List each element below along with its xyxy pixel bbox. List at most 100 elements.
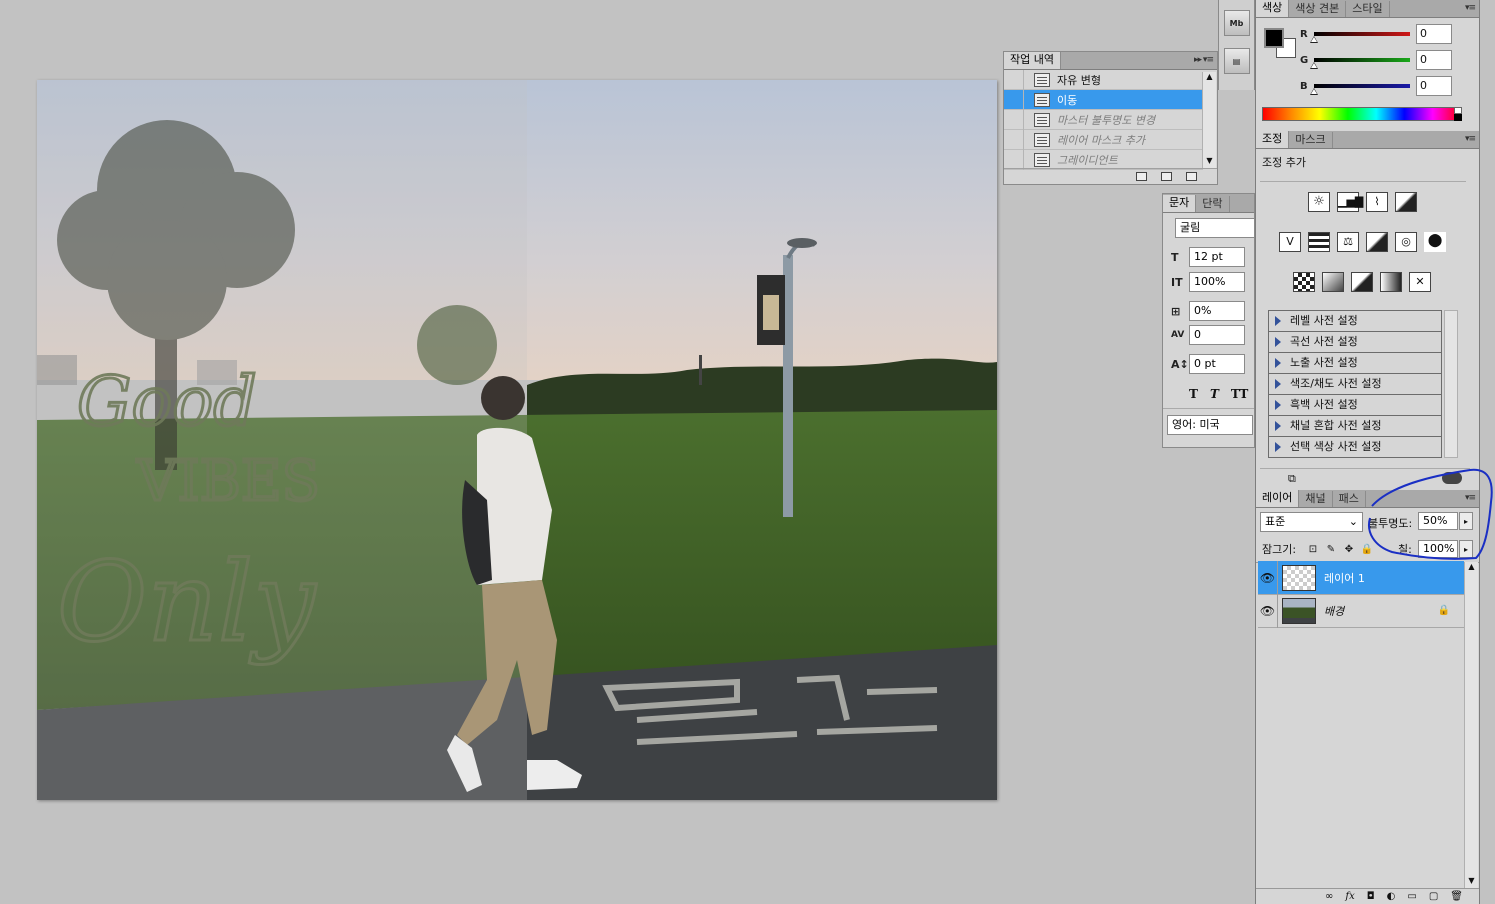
history-scrollbar[interactable]: ▲ ▼: [1202, 72, 1216, 168]
color-balance-icon[interactable]: ⚖: [1337, 232, 1359, 252]
new-layer-icon[interactable]: ▢: [1429, 891, 1438, 902]
expand-triangle-icon[interactable]: [1275, 421, 1281, 431]
slider-thumb-icon[interactable]: [1310, 88, 1318, 95]
blend-mode-select[interactable]: 표준 ⌄: [1260, 512, 1363, 532]
delete-layer-icon[interactable]: 🗑: [1450, 891, 1463, 902]
hue-saturation-icon[interactable]: [1308, 232, 1330, 252]
curves-icon[interactable]: ⌇: [1366, 192, 1388, 212]
slider-thumb-icon[interactable]: [1310, 62, 1318, 69]
history-item[interactable]: 레이어 마스크 추가: [1004, 129, 1203, 150]
vertical-scale-field[interactable]: 100%: [1189, 272, 1245, 292]
lock-image-icon[interactable]: ✎: [1324, 542, 1338, 556]
layers-scrollbar[interactable]: ▲ ▼: [1464, 562, 1478, 888]
tab-channels[interactable]: 채널: [1299, 491, 1333, 507]
adjustment-preset-item[interactable]: 레벨 사전 설정: [1269, 311, 1441, 332]
all-caps-button[interactable]: TT: [1231, 387, 1248, 401]
selective-color-icon[interactable]: ✕: [1409, 272, 1431, 292]
layer-name[interactable]: 레이어 1: [1324, 570, 1365, 586]
channel-value-field[interactable]: 0: [1416, 50, 1452, 70]
tab-masks[interactable]: 마스크: [1289, 132, 1333, 148]
baseline-shift-field[interactable]: 0 pt: [1189, 354, 1245, 374]
clip-to-layer-icon[interactable]: ⧉: [1288, 472, 1296, 486]
adjustment-preset-item[interactable]: 선택 색상 사전 설정: [1269, 437, 1441, 458]
history-brush-source-toggle[interactable]: [1004, 89, 1024, 110]
expand-triangle-icon[interactable]: [1275, 358, 1281, 368]
history-toggle-icon[interactable]: ▤: [1223, 48, 1250, 74]
history-item[interactable]: 자유 변형: [1004, 69, 1203, 90]
channel-value-field[interactable]: 0: [1416, 76, 1452, 96]
font-size-field[interactable]: 12 pt: [1189, 247, 1245, 267]
tsume-field[interactable]: 0%: [1189, 301, 1245, 321]
lock-position-icon[interactable]: ✥: [1342, 542, 1356, 556]
language-field[interactable]: 영어: 미국: [1167, 415, 1253, 435]
layer-row-layer1[interactable]: 👁 레이어 1: [1258, 560, 1464, 595]
layer-row-background[interactable]: 👁 배경 🔒: [1258, 593, 1464, 628]
panel-menu-icon[interactable]: ▾≡: [1465, 3, 1476, 13]
add-mask-icon[interactable]: ◘: [1367, 891, 1375, 902]
adjustment-preset-item[interactable]: 채널 혼합 사전 설정: [1269, 416, 1441, 437]
document-canvas[interactable]: Good VIBES Only: [37, 80, 997, 800]
snapshot-icon[interactable]: [1161, 172, 1172, 181]
tab-styles[interactable]: 스타일: [1346, 1, 1390, 17]
vibrance-icon[interactable]: V: [1279, 232, 1301, 252]
new-document-icon[interactable]: [1136, 172, 1147, 181]
layer-name[interactable]: 배경: [1324, 603, 1438, 619]
channel-slider[interactable]: [1310, 32, 1410, 43]
history-item[interactable]: 마스터 불투명도 변경: [1004, 109, 1203, 130]
scroll-down-icon[interactable]: ▼: [1203, 156, 1216, 168]
adjustment-preset-item[interactable]: 노출 사전 설정: [1269, 353, 1441, 374]
expand-triangle-icon[interactable]: [1275, 379, 1281, 389]
channel-slider[interactable]: [1310, 58, 1410, 69]
gradient-map-icon[interactable]: [1380, 272, 1402, 292]
font-family-field[interactable]: 굴림: [1175, 218, 1255, 238]
channel-value-field[interactable]: 0: [1416, 24, 1452, 44]
tab-history[interactable]: 작업 내역: [1004, 52, 1061, 69]
tab-character[interactable]: 문자: [1163, 195, 1197, 212]
history-brush-source-toggle[interactable]: [1004, 109, 1024, 130]
tab-swatches[interactable]: 색상 견본: [1289, 1, 1347, 17]
spectrum-white-chip[interactable]: [1454, 107, 1462, 114]
exposure-icon[interactable]: [1395, 192, 1417, 212]
black-white-icon[interactable]: [1366, 232, 1388, 252]
levels-icon[interactable]: ▁▅▇: [1337, 192, 1363, 212]
expand-triangle-icon[interactable]: [1275, 337, 1281, 347]
scroll-up-icon[interactable]: ▲: [1465, 562, 1478, 574]
slider-thumb-icon[interactable]: [1310, 36, 1318, 43]
link-layers-icon[interactable]: ∞: [1325, 891, 1333, 902]
faux-italic-button[interactable]: T: [1210, 387, 1219, 401]
preset-scrollbar[interactable]: [1444, 310, 1458, 458]
brightness-icon[interactable]: ☼: [1308, 192, 1330, 212]
history-brush-source-toggle[interactable]: [1004, 149, 1024, 170]
expand-triangle-icon[interactable]: [1275, 316, 1281, 326]
channel-mixer-icon[interactable]: ⬤: [1424, 232, 1446, 252]
tab-adjustments[interactable]: 조정: [1256, 131, 1290, 148]
expand-triangle-icon[interactable]: [1275, 442, 1281, 452]
invert-icon[interactable]: [1293, 272, 1315, 292]
photo-filter-icon[interactable]: ◎: [1395, 232, 1417, 252]
mini-bridge-icon[interactable]: Mb: [1223, 10, 1250, 36]
adjustment-preset-item[interactable]: 흑백 사전 설정: [1269, 395, 1441, 416]
color-spectrum-bar[interactable]: [1262, 107, 1462, 121]
history-brush-source-toggle[interactable]: [1004, 129, 1024, 150]
channel-slider[interactable]: [1310, 84, 1410, 95]
posterize-icon[interactable]: [1322, 272, 1344, 292]
scroll-down-icon[interactable]: ▼: [1465, 876, 1478, 888]
expand-triangle-icon[interactable]: [1275, 400, 1281, 410]
lock-transparency-icon[interactable]: ⊡: [1306, 542, 1320, 556]
eye-icon[interactable]: 👁: [1258, 593, 1278, 628]
panel-menu-icon[interactable]: ▾≡: [1465, 134, 1476, 144]
scroll-up-icon[interactable]: ▲: [1203, 72, 1216, 84]
foreground-color-swatch[interactable]: [1264, 28, 1284, 48]
adjustment-preset-item[interactable]: 곡선 사전 설정: [1269, 332, 1441, 353]
spectrum-black-chip[interactable]: [1454, 114, 1462, 121]
tab-paragraph[interactable]: 단락: [1196, 196, 1230, 212]
trash-icon[interactable]: [1186, 172, 1197, 181]
faux-bold-button[interactable]: T: [1189, 387, 1198, 401]
tab-color[interactable]: 색상: [1256, 0, 1290, 17]
tab-layers[interactable]: 레이어: [1256, 490, 1300, 507]
history-item[interactable]: 이동: [1004, 89, 1203, 110]
new-adjustment-icon[interactable]: ◐: [1387, 891, 1396, 902]
adjustment-preset-item[interactable]: 색조/채도 사전 설정: [1269, 374, 1441, 395]
layer-style-icon[interactable]: fx: [1345, 891, 1354, 902]
eye-icon[interactable]: 👁: [1258, 560, 1278, 595]
